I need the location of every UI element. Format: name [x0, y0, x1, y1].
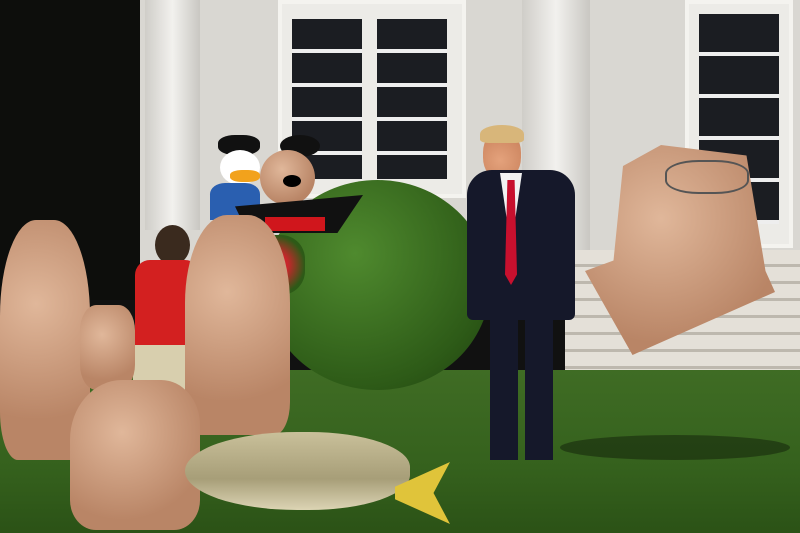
suit-jacket [467, 170, 575, 320]
photo-collage [0, 0, 800, 533]
arm [80, 305, 135, 390]
shirtless-man-center [185, 215, 290, 435]
column-left [145, 0, 200, 230]
hair [480, 125, 524, 143]
nose [283, 175, 301, 187]
fish [185, 432, 410, 510]
man-shadow [560, 435, 790, 460]
shirtless-man-lying [70, 380, 200, 530]
man-in-suit [465, 125, 580, 465]
left-leg [490, 315, 518, 460]
glasses [665, 160, 749, 194]
right-leg [525, 315, 553, 460]
